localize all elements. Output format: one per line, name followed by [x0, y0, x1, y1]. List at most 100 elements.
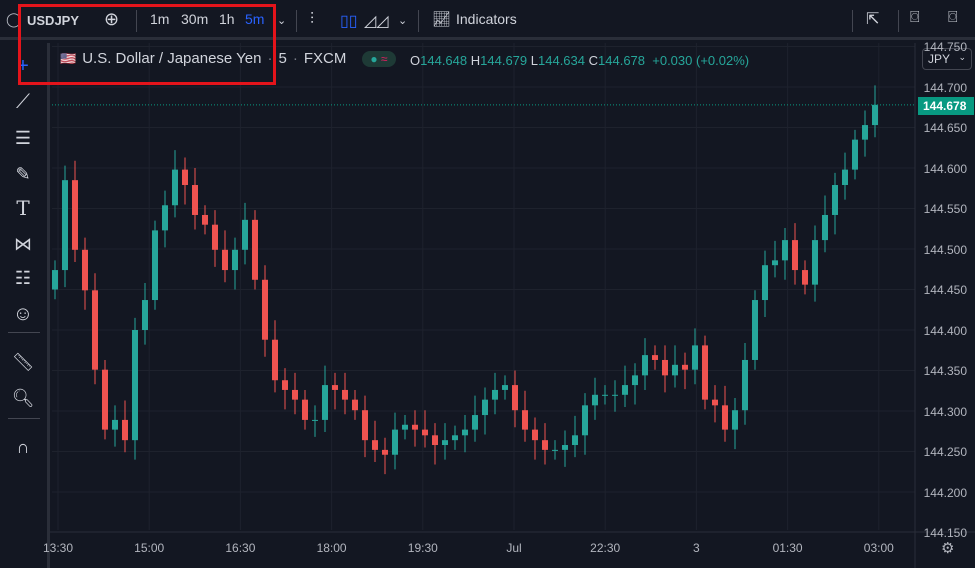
change-value: +0.030 (+0.02%) — [652, 53, 750, 68]
candle-body — [422, 429, 428, 436]
candle-body — [852, 139, 858, 170]
candle-body — [492, 389, 498, 400]
chart-type-dropdown-icon[interactable]: ⌄ — [398, 14, 407, 27]
candle-body — [432, 435, 438, 446]
candle-body — [132, 330, 138, 441]
candle-body — [62, 180, 68, 271]
price-chart[interactable] — [0, 0, 975, 568]
price-axis-label: 144.650 — [923, 121, 967, 135]
candle-body — [732, 410, 738, 430]
pattern-icon[interactable]: ⋈ — [10, 231, 36, 257]
candle-body — [782, 240, 788, 261]
candle-body — [242, 219, 248, 250]
time-axis-label: Jul — [506, 541, 522, 555]
candle-body — [352, 399, 358, 411]
candle-body — [632, 375, 638, 386]
candle-body — [682, 364, 688, 370]
interval-5m[interactable]: 5m — [245, 11, 264, 27]
candle-body — [602, 394, 608, 396]
interval-1h[interactable]: 1h — [219, 11, 235, 27]
candle-body — [202, 214, 208, 225]
candle-body — [872, 104, 878, 126]
flag-icon: 🇺🇸︎ — [60, 50, 77, 66]
candles-style-icon[interactable]: ▯▯ — [340, 11, 358, 31]
last-price-label: 144.678 — [918, 97, 974, 115]
candle-body — [812, 240, 818, 285]
prediction-icon[interactable]: ☷ — [10, 265, 36, 291]
indicators-button[interactable]: Indicators — [456, 11, 517, 27]
candle-body — [102, 369, 108, 430]
candle-body — [792, 240, 798, 271]
candle-body — [742, 359, 748, 411]
candle-body — [612, 394, 618, 396]
time-axis-label: 16:30 — [225, 541, 256, 555]
zoom-in-icon[interactable]: 🔍︎ — [10, 385, 36, 411]
legend-interval: 5 — [278, 50, 287, 67]
candle-body — [762, 265, 768, 301]
bars-style-icon[interactable]: ⫶ — [310, 11, 314, 29]
interval-30m[interactable]: 30m — [181, 11, 208, 27]
candle-body — [402, 424, 408, 430]
trend-line-icon[interactable]: ⟋ — [10, 89, 36, 115]
crosshair-icon[interactable]: + — [10, 53, 36, 79]
candle-body — [142, 300, 148, 330]
fib-retracement-icon[interactable]: ☰ — [10, 125, 36, 151]
price-axis-label: 144.350 — [923, 364, 967, 378]
candle-body — [542, 440, 548, 450]
area-style-icon[interactable]: ◿◿ — [364, 11, 389, 31]
candle-body — [622, 385, 628, 395]
candle-body — [712, 399, 718, 406]
candle-body — [122, 419, 128, 441]
camera-icon[interactable]: ⌼ — [948, 9, 958, 27]
fullscreen-icon[interactable]: ⇱ — [866, 9, 879, 29]
price-axis-label: 144.500 — [923, 242, 967, 257]
candle-body — [152, 230, 158, 301]
ohlc-values: O144.648 H144.679 L144.634 C144.678 +0.0… — [410, 53, 750, 68]
candle-body — [192, 185, 198, 215]
settings-gear-icon[interactable]: ⚙ — [941, 539, 954, 557]
candle-body — [212, 224, 218, 250]
candle-body — [672, 364, 678, 376]
menu-icon[interactable]: ◯ — [6, 11, 22, 28]
candle-body — [522, 410, 528, 430]
candle-body — [462, 429, 468, 436]
candle-body — [592, 394, 598, 406]
price-axis-label: 144.700 — [923, 80, 967, 95]
candle-body — [692, 345, 698, 370]
candle-body — [642, 355, 648, 376]
symbol-legend: 🇺🇸︎ U.S. Dollar / Japanese Yen · 5 · FXCM … — [60, 50, 396, 67]
price-axis-label: 144.450 — [923, 283, 967, 297]
candle-body — [302, 399, 308, 420]
price-axis-label: 144.550 — [923, 202, 967, 216]
candle-body — [702, 345, 708, 400]
candle-body — [472, 415, 478, 430]
candle-body — [372, 440, 378, 450]
market-status-badge[interactable]: ● ≈ — [362, 50, 396, 67]
text-tool-icon[interactable]: T — [10, 195, 36, 221]
candle-body — [172, 169, 178, 206]
snapshot-icon[interactable]: ⌼ — [910, 9, 920, 27]
symbol-title[interactable]: U.S. Dollar / Japanese Yen — [82, 50, 261, 67]
compare-add-icon[interactable]: ⊕ — [104, 9, 119, 30]
candle-body — [92, 290, 98, 370]
candle-body — [822, 214, 828, 241]
indicators-icon[interactable]: 📈︎ — [432, 10, 451, 28]
candle-body — [862, 125, 868, 140]
emoji-icon[interactable]: ☺ — [10, 301, 36, 327]
interval-1m[interactable]: 1m — [150, 11, 169, 27]
time-axis-label: 3 — [693, 541, 700, 555]
candle-body — [802, 270, 808, 285]
candle-body — [562, 445, 568, 450]
interval-dropdown-icon[interactable]: ⌄ — [277, 14, 286, 27]
brush-icon[interactable]: ✎ — [10, 161, 36, 187]
candle-body — [332, 385, 338, 390]
candle-body — [652, 355, 658, 360]
symbol-search[interactable]: USDJPY — [27, 13, 79, 28]
candle-body — [112, 419, 118, 430]
candle-body — [442, 440, 448, 446]
price-axis-label: 144.400 — [923, 323, 967, 338]
candle-body — [252, 219, 258, 280]
magnet-icon[interactable]: ∩ — [10, 434, 36, 460]
price-axis-label: 144.600 — [923, 161, 967, 176]
ruler-icon[interactable]: 📏︎ — [10, 349, 36, 375]
